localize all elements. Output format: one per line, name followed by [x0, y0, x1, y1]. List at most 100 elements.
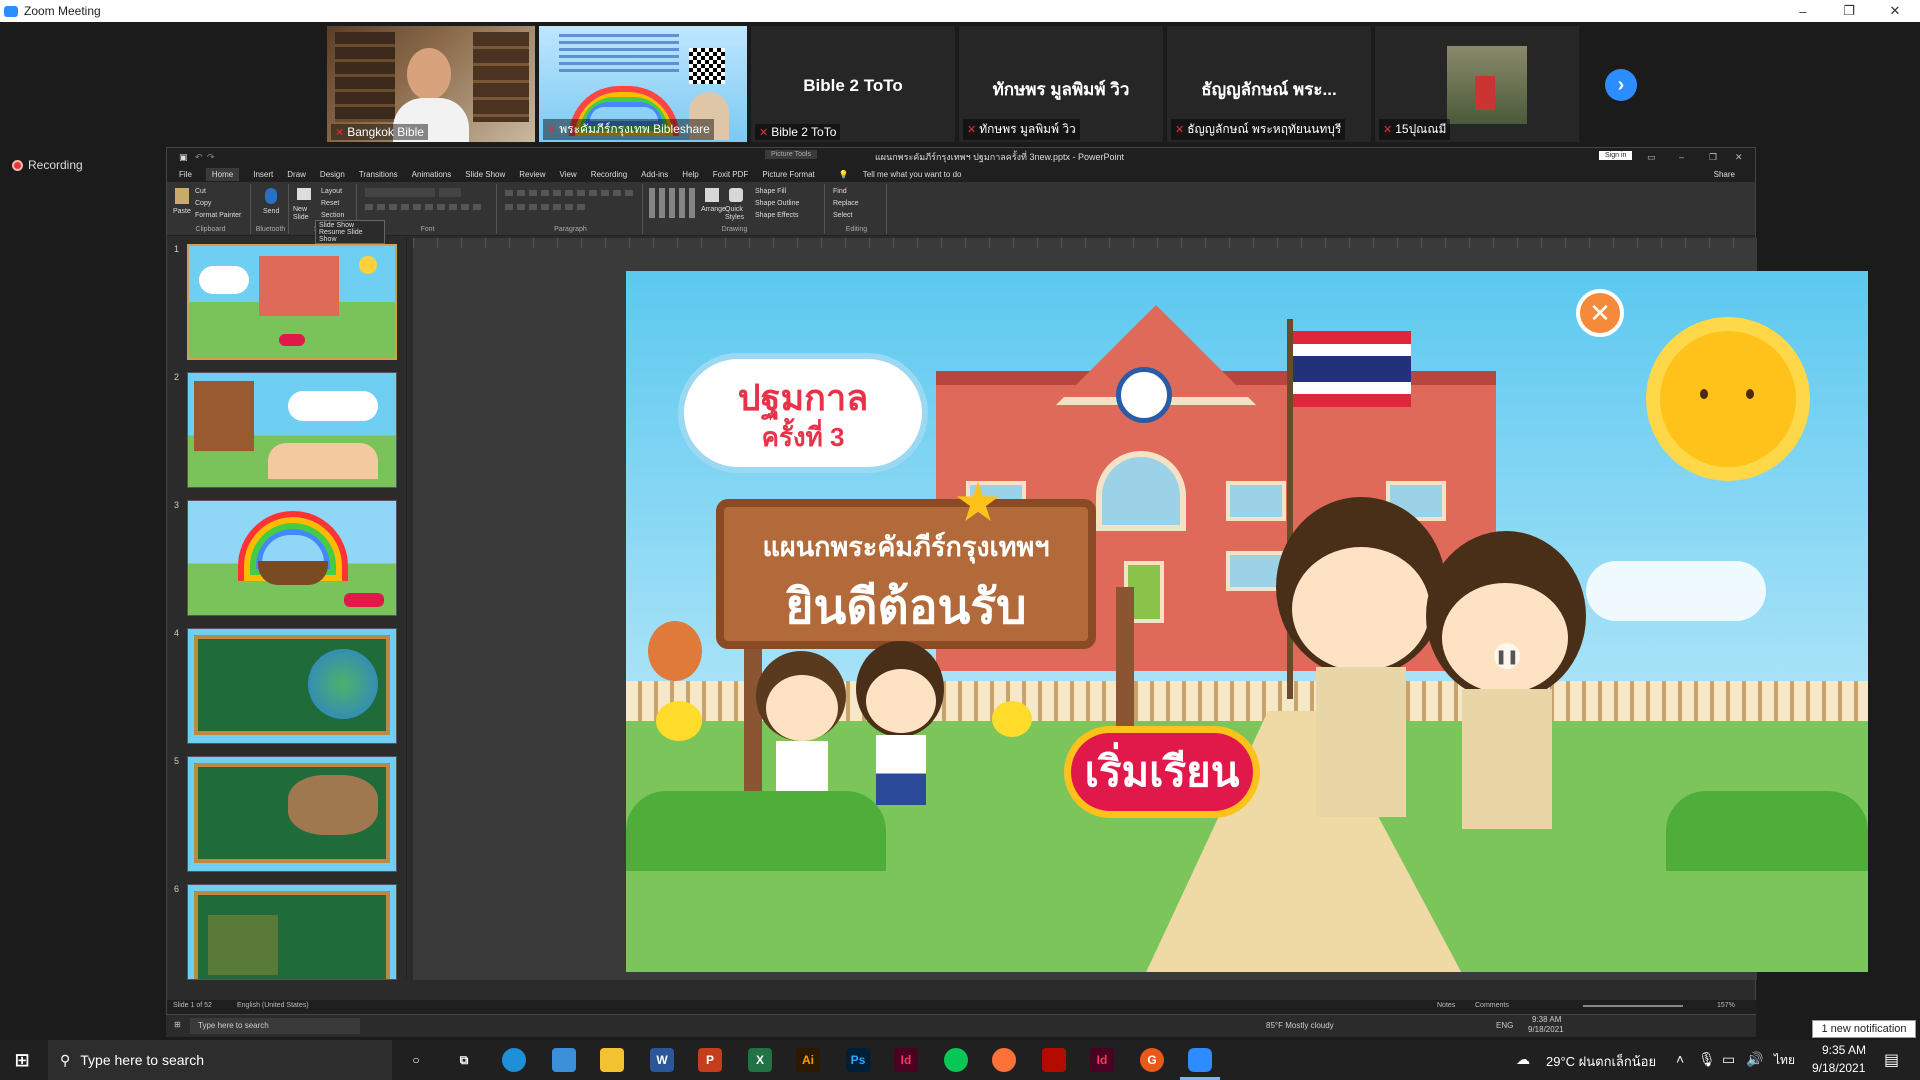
shape-outline-button[interactable]: Shape Outline: [755, 200, 799, 207]
replace-button[interactable]: Replace: [833, 200, 859, 207]
line-icon[interactable]: [944, 1048, 968, 1072]
slide-thumbnail[interactable]: [187, 884, 397, 980]
language-status[interactable]: English (United States): [237, 1002, 309, 1009]
alignment-buttons[interactable]: [505, 204, 585, 210]
clock-time[interactable]: 9:35 AM: [1822, 1043, 1866, 1057]
indesign-icon[interactable]: Id: [1090, 1048, 1114, 1072]
tab-home[interactable]: Home: [205, 167, 240, 181]
section-button[interactable]: Section: [321, 212, 344, 219]
tab-insert[interactable]: Insert: [253, 170, 273, 179]
bluetooth-icon[interactable]: [265, 188, 277, 204]
file-explorer-icon[interactable]: [600, 1048, 624, 1072]
pause-icon[interactable]: ❚❚: [1494, 643, 1520, 669]
tab-view[interactable]: View: [560, 170, 577, 179]
tab-review[interactable]: Review: [519, 170, 545, 179]
paste-icon[interactable]: [175, 188, 189, 204]
participant-tile-video[interactable]: ✕ Bangkok Bible: [327, 26, 535, 142]
zoom-icon[interactable]: [1188, 1048, 1212, 1072]
arrange-icon[interactable]: [705, 188, 719, 202]
format-painter-button[interactable]: Format Painter: [195, 212, 241, 219]
sign-in-button[interactable]: Sign in: [1599, 151, 1633, 160]
slide-thumbnail[interactable]: [187, 628, 397, 744]
participant-tile[interactable]: ธัญญลักษณ์ พระ... ✕ ธัญญลักษณ์ พระหฤทัยนน…: [1167, 26, 1371, 142]
slide-thumbnail[interactable]: [187, 500, 397, 616]
network-icon[interactable]: ▭: [1722, 1051, 1735, 1068]
illustrator-icon[interactable]: Ai: [796, 1048, 820, 1072]
indesign-icon[interactable]: Id: [894, 1048, 918, 1072]
tab-add-ins[interactable]: Add-ins: [641, 170, 668, 179]
slide-editing-canvas[interactable]: ✕ ปฐมกาล ครั้งที่ 3 แผนกพระคัมภีร์กรุงเท…: [413, 238, 1868, 980]
close-button[interactable]: ✕: [1735, 152, 1743, 163]
tab-recording[interactable]: Recording: [591, 170, 627, 179]
edge-icon[interactable]: [502, 1048, 526, 1072]
minimize-button[interactable]: –: [1780, 0, 1826, 22]
participant-tile-video[interactable]: ✕ พระคัมภีร์กรุงเทพ Bibleshare: [539, 26, 747, 142]
tab-animations[interactable]: Animations: [412, 170, 452, 179]
minimize-button[interactable]: –: [1679, 152, 1684, 162]
start-learning-button[interactable]: เริ่มเรียน: [1064, 726, 1260, 818]
grammarly-icon[interactable]: G: [1140, 1048, 1164, 1072]
slideshow-tooltip[interactable]: Slide Show Resume Slide Show: [315, 220, 385, 244]
windows-start-icon[interactable]: ⊞: [10, 1048, 34, 1072]
calculator-icon[interactable]: [552, 1048, 576, 1072]
tab-draw[interactable]: Draw: [287, 170, 306, 179]
slide-thumbnail[interactable]: [187, 244, 397, 360]
restore-button[interactable]: ❐: [1826, 0, 1872, 22]
font-format-buttons[interactable]: [365, 204, 485, 210]
zoom-slider[interactable]: [1583, 1005, 1683, 1007]
acrobat-icon[interactable]: [1042, 1048, 1066, 1072]
reset-button[interactable]: Reset: [321, 200, 339, 207]
quick-styles-icon[interactable]: [729, 188, 743, 202]
tab-design[interactable]: Design: [320, 170, 345, 179]
slide[interactable]: ✕ ปฐมกาล ครั้งที่ 3 แผนกพระคัมภีร์กรุงเท…: [626, 271, 1868, 972]
tab-picture-format[interactable]: Picture Format: [762, 170, 814, 179]
zoom-level[interactable]: 157%: [1717, 1002, 1735, 1009]
notifications-icon[interactable]: ▤: [1884, 1050, 1899, 1070]
notes-button[interactable]: Notes: [1437, 1002, 1455, 1009]
tab-file[interactable]: File: [179, 170, 192, 179]
tell-me-search[interactable]: Tell me what you want to do: [863, 170, 962, 179]
notification-toast[interactable]: 1 new notification: [1812, 1020, 1916, 1038]
ribbon-options-icon[interactable]: ▭: [1647, 152, 1656, 163]
comments-button[interactable]: Comments: [1475, 1002, 1509, 1009]
tab-slide-show[interactable]: Slide Show: [465, 170, 505, 179]
photoshop-icon[interactable]: Ps: [846, 1048, 870, 1072]
slide-close-icon[interactable]: ✕: [1576, 289, 1624, 337]
powerpoint-icon[interactable]: P: [698, 1048, 722, 1072]
paragraph-buttons[interactable]: [505, 190, 635, 196]
microphone-icon[interactable]: 🎙: [1698, 1051, 1716, 1068]
clock-date[interactable]: 9/18/2021: [1812, 1061, 1865, 1075]
chevron-up-icon[interactable]: ˄: [1676, 1051, 1684, 1067]
close-button[interactable]: ✕: [1872, 0, 1918, 22]
redo-icon[interactable]: ↷: [207, 152, 215, 163]
save-icon[interactable]: ▣: [179, 152, 188, 163]
weather-text[interactable]: 29°C ฝนตกเล็กน้อย: [1546, 1051, 1656, 1072]
tab-transitions[interactable]: Transitions: [359, 170, 398, 179]
slide-thumbnail[interactable]: [187, 372, 397, 488]
new-slide-button[interactable]: New Slide: [293, 206, 317, 222]
participant-tile[interactable]: Bible 2 ToTo ✕ Bible 2 ToTo: [751, 26, 955, 142]
volume-icon[interactable]: 🔊: [1746, 1051, 1763, 1068]
new-slide-icon[interactable]: [297, 188, 311, 200]
tab-foxit-pdf[interactable]: Foxit PDF: [713, 170, 749, 179]
firefox-icon[interactable]: [992, 1048, 1016, 1072]
share-button[interactable]: Share: [1714, 170, 1735, 179]
shape-fill-button[interactable]: Shape Fill: [755, 188, 786, 195]
shape-effects-button[interactable]: Shape Effects: [755, 212, 798, 219]
copy-button[interactable]: Copy: [195, 200, 211, 207]
recording-indicator[interactable]: Recording: [12, 158, 83, 172]
participant-tile[interactable]: ✕ 15ปุณณมี: [1375, 26, 1579, 142]
language-indicator[interactable]: ไทย: [1774, 1051, 1795, 1070]
paste-button[interactable]: Paste: [173, 208, 191, 215]
tab-help[interactable]: Help: [682, 170, 698, 179]
undo-icon[interactable]: ↶: [195, 152, 203, 163]
excel-icon[interactable]: X: [748, 1048, 772, 1072]
cortana-icon[interactable]: ○: [404, 1048, 428, 1072]
font-size-box[interactable]: [439, 188, 461, 197]
next-page-icon[interactable]: ›: [1605, 69, 1637, 101]
taskbar-search-box[interactable]: ⚲ Type here to search: [48, 1040, 392, 1080]
restore-button[interactable]: ❐: [1709, 152, 1717, 163]
resume-slide-show-item[interactable]: Resume Slide Show: [319, 229, 381, 243]
font-name-box[interactable]: [365, 188, 435, 197]
participant-tile[interactable]: ทักษพร มูลพิมพ์ วิว ✕ ทักษพร มูลพิมพ์ วิว: [959, 26, 1163, 142]
